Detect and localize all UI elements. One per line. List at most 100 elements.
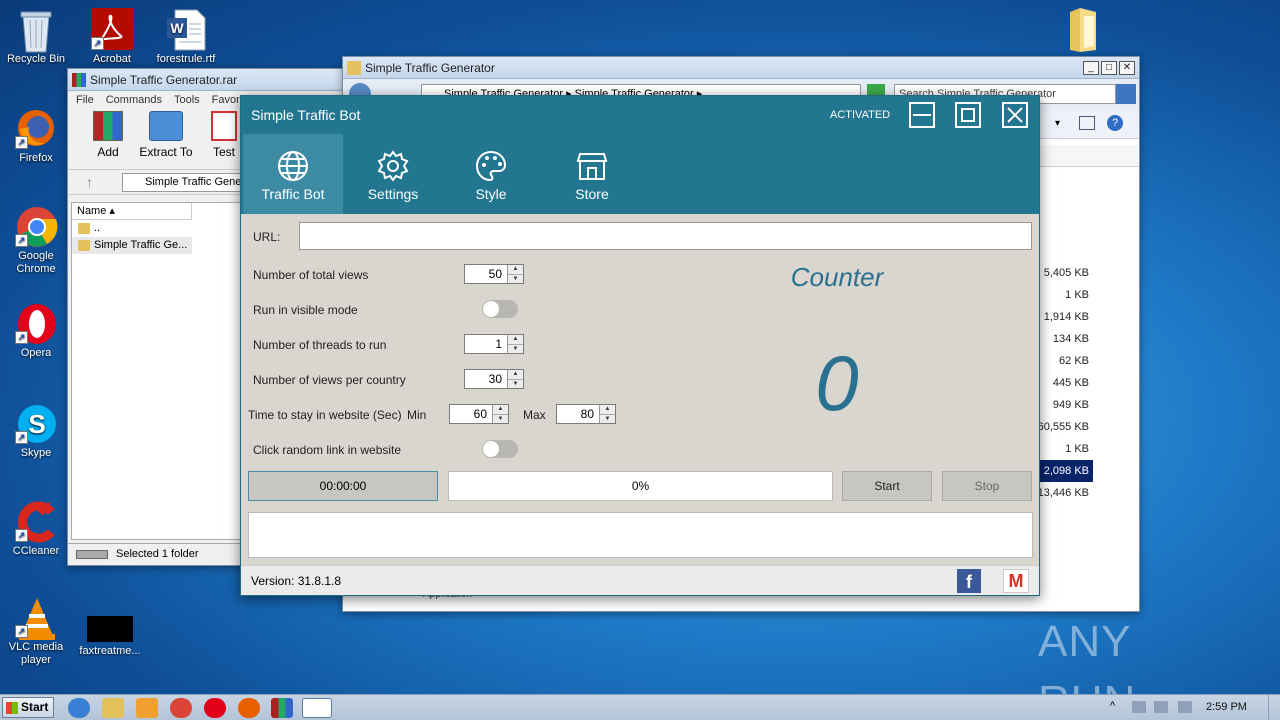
decrement-icon[interactable]: ▼: [600, 413, 615, 424]
list-item[interactable]: Simple Traffic Ge...: [72, 237, 192, 254]
tray-flag-icon[interactable]: [1178, 701, 1192, 713]
max-time-stepper[interactable]: 80 ▲ ▼: [556, 404, 616, 424]
add-button[interactable]: Add: [82, 111, 134, 159]
tab-style[interactable]: Style: [441, 134, 541, 214]
desktop-icon-opera[interactable]: ↗ Opera: [0, 302, 72, 360]
desktop-icon-vlc[interactable]: ↗ VLC media player: [0, 596, 72, 667]
minimize-button[interactable]: _: [1083, 60, 1099, 75]
elapsed-timer: 00:00:00: [248, 471, 438, 501]
threads-stepper[interactable]: 1 ▲ ▼: [464, 334, 524, 354]
counter-value: 0: [815, 339, 859, 427]
clock: 2:59 PM: [1206, 701, 1247, 713]
column-header-name[interactable]: Name ▴: [72, 203, 192, 220]
version-text: Version: 31.8.1.8: [251, 574, 342, 588]
increment-icon[interactable]: ▲: [600, 405, 615, 414]
taskbar-opera-icon[interactable]: [204, 698, 226, 718]
start-button[interactable]: Start: [2, 697, 54, 718]
maximize-button[interactable]: [955, 102, 981, 128]
minimize-icon: [913, 114, 931, 116]
file-size-cell: 1 KB: [1065, 443, 1089, 455]
url-input[interactable]: [299, 222, 1032, 250]
extract-to-button[interactable]: Extract To: [138, 111, 194, 159]
menu-commands[interactable]: Commands: [106, 94, 162, 108]
explorer-titlebar[interactable]: Simple Traffic Generator _ □ ✕: [343, 57, 1139, 79]
show-desktop-button[interactable]: [1268, 695, 1280, 720]
taskbar-explorer-icon[interactable]: [102, 698, 124, 718]
decrement-icon[interactable]: ▼: [508, 273, 523, 284]
gmail-icon[interactable]: M: [1003, 569, 1029, 593]
folder-extract-icon: [149, 111, 183, 141]
increment-icon[interactable]: ▲: [508, 370, 523, 379]
taskbar-ie-icon[interactable]: [68, 698, 90, 718]
windows-logo-icon: [6, 702, 18, 714]
activation-status: ACTIVATED: [830, 109, 891, 121]
column-header[interactable]: [1033, 145, 1138, 167]
toggle-knob: [483, 441, 499, 457]
tab-store[interactable]: Store: [542, 134, 642, 214]
total-views-stepper[interactable]: 50 ▲ ▼: [464, 264, 524, 284]
books-icon: [93, 111, 123, 141]
tab-traffic-bot[interactable]: Traffic Bot: [243, 134, 343, 214]
random-link-toggle[interactable]: [482, 440, 518, 458]
folder-icon: [347, 60, 361, 75]
ccleaner-icon: ↗: [15, 500, 57, 543]
chrome-icon: ↗: [15, 205, 58, 247]
taskbar-winrar-icon[interactable]: [271, 698, 293, 718]
search-icon[interactable]: [1116, 84, 1136, 104]
visible-mode-toggle[interactable]: [482, 300, 518, 318]
file-size-cell: 2,098 KB: [1033, 460, 1093, 482]
up-arrow-icon[interactable]: ↑: [86, 174, 93, 190]
checklist-icon: [211, 111, 237, 141]
gear-icon: [377, 150, 409, 182]
taskbar-media-player-icon[interactable]: [136, 698, 158, 718]
tray-volume-icon[interactable]: [1154, 701, 1168, 713]
tab-settings[interactable]: Settings: [343, 134, 443, 214]
close-icon: [1007, 107, 1023, 123]
toggle-knob: [483, 301, 499, 317]
desktop-icon-skype[interactable]: S ↗ Skype: [0, 402, 72, 460]
min-label: Min: [407, 408, 427, 422]
url-label: URL:: [253, 230, 281, 244]
tray-expand-icon[interactable]: ^: [1110, 700, 1115, 712]
desktop-icon-faxtreatment[interactable]: faxtreatme...: [74, 608, 146, 658]
taskbar-traffic-bot-icon[interactable]: [302, 698, 332, 718]
views-per-country-label: Number of views per country: [253, 373, 406, 387]
log-output[interactable]: [248, 512, 1033, 558]
taskbar-chrome-icon[interactable]: [170, 698, 192, 718]
desktop-icon-recycle-bin[interactable]: Recycle Bin: [0, 8, 72, 66]
facebook-icon[interactable]: f: [957, 569, 981, 593]
decrement-icon[interactable]: ▼: [493, 413, 508, 424]
increment-icon[interactable]: ▲: [493, 405, 508, 414]
stop-button[interactable]: Stop: [942, 471, 1032, 501]
view-menu-icon[interactable]: ▾: [1055, 118, 1060, 129]
decrement-icon[interactable]: ▼: [508, 378, 523, 389]
preview-pane-icon[interactable]: [1079, 116, 1095, 130]
folder-icon[interactable]: [1064, 6, 1102, 54]
desktop-icon-forestrule[interactable]: W forestrule.rtf: [150, 8, 222, 66]
winrar-titlebar[interactable]: Simple Traffic Generator.rar: [68, 69, 356, 91]
maximize-button[interactable]: □: [1101, 60, 1117, 75]
desktop-icon-chrome[interactable]: ↗ Google Chrome: [0, 205, 72, 276]
increment-icon[interactable]: ▲: [508, 265, 523, 274]
minimize-button[interactable]: [909, 102, 935, 128]
desktop-icon-acrobat[interactable]: ↗ Acrobat: [76, 8, 148, 66]
traffic-bot-window[interactable]: Simple Traffic Bot ACTIVATED Traffic Bot…: [240, 95, 1040, 596]
desktop-icon-ccleaner[interactable]: ↗ CCleaner: [0, 500, 72, 558]
decrement-icon[interactable]: ▼: [508, 343, 523, 354]
taskbar-firefox-icon[interactable]: [238, 698, 260, 718]
help-icon[interactable]: ?: [1107, 115, 1123, 131]
firefox-icon: ↗: [15, 107, 57, 149]
menu-tools[interactable]: Tools: [174, 94, 200, 108]
word-document-icon: W: [165, 8, 207, 51]
tray-network-icon[interactable]: [1132, 701, 1146, 713]
views-per-country-stepper[interactable]: 30 ▲ ▼: [464, 369, 524, 389]
bot-header: Simple Traffic Bot ACTIVATED Traffic Bot…: [241, 96, 1039, 214]
visible-mode-label: Run in visible mode: [253, 303, 358, 317]
desktop-icon-firefox[interactable]: ↗ Firefox: [0, 107, 72, 165]
start-button[interactable]: Start: [842, 471, 932, 501]
close-button[interactable]: [1002, 102, 1028, 128]
menu-file[interactable]: File: [76, 94, 94, 108]
min-time-stepper[interactable]: 60 ▲ ▼: [449, 404, 509, 424]
increment-icon[interactable]: ▲: [508, 335, 523, 344]
close-button[interactable]: ✕: [1119, 60, 1135, 75]
